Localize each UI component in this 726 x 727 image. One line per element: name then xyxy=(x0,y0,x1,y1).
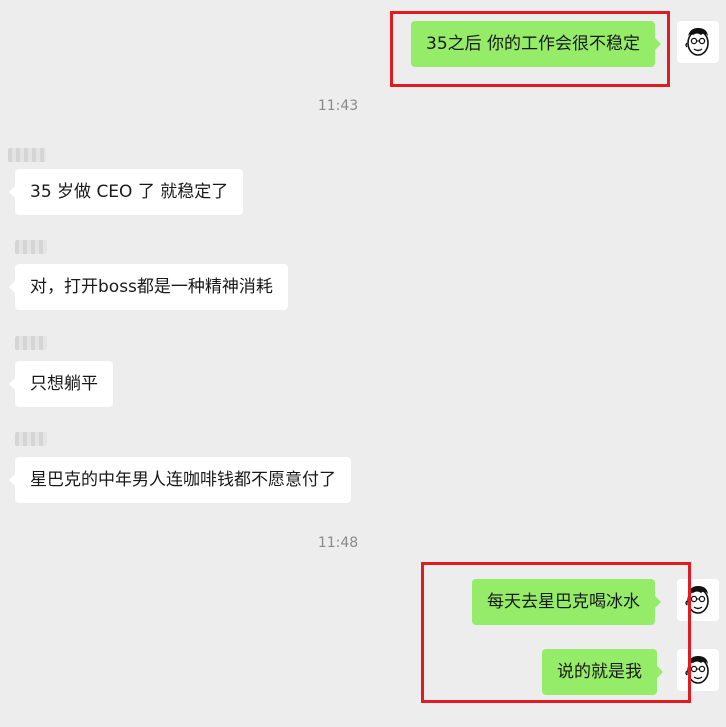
user-avatar[interactable] xyxy=(677,21,719,63)
highlight-annotation-box xyxy=(390,11,670,87)
message-timestamp: 11:48 xyxy=(317,535,359,551)
chat-window[interactable]: 35之后 你的工作会很不稳定 11:43 35 岁做 CEO 了 就稳定了 对，… xyxy=(0,0,726,727)
incoming-message-bubble[interactable]: 星巴克的中年男人连咖啡钱都不愿意付了 xyxy=(9,457,351,503)
sender-name-blurred xyxy=(15,336,47,350)
incoming-message-bubble[interactable]: 35 岁做 CEO 了 就稳定了 xyxy=(8,169,244,215)
sender-name-blurred xyxy=(15,432,47,446)
incoming-message-bubble[interactable]: 对，打开boss都是一种精神消耗 xyxy=(9,264,288,310)
sender-name-blurred xyxy=(15,240,47,254)
cartoon-man-avatar-icon xyxy=(685,28,709,56)
sender-name-blurred xyxy=(8,148,46,162)
message-timestamp: 11:43 xyxy=(317,98,359,114)
highlight-annotation-box xyxy=(421,562,691,703)
incoming-message-bubble[interactable]: 只想躺平 xyxy=(9,361,113,407)
